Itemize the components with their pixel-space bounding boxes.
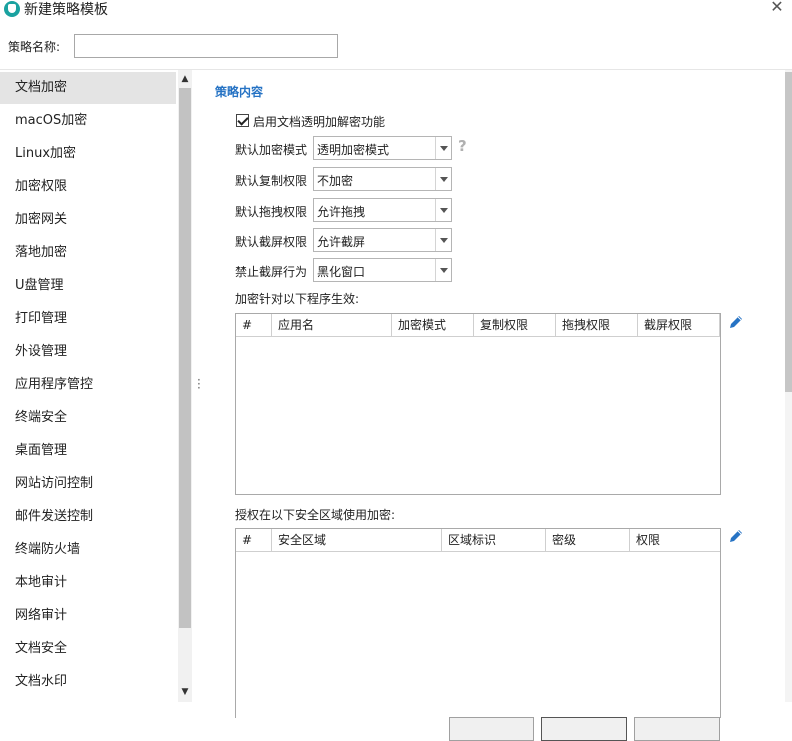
default-drag-permission-label: 默认拖拽权限 [235, 205, 308, 219]
edit-pencil-icon[interactable] [728, 528, 744, 544]
sidebar-item-encryption-permissions[interactable]: 加密权限 [0, 171, 176, 203]
sidebar-item-document-watermark[interactable]: 文档水印 [0, 666, 176, 698]
content-scrollbar[interactable] [785, 70, 792, 702]
col-encryption-mode[interactable]: 加密模式 [392, 314, 474, 337]
close-icon[interactable]: ✕ [766, 0, 788, 18]
sidebar-item-website-access-control[interactable]: 网站访问控制 [0, 468, 176, 500]
zone-table-header: # 安全区域 区域标识 密级 权限 [236, 529, 720, 552]
chevron-down-icon[interactable] [435, 199, 451, 221]
col-drag-permission[interactable]: 拖拽权限 [556, 314, 638, 337]
col-security-level[interactable]: 密级 [546, 529, 630, 552]
category-sidebar: 文档加密 macOS加密 Linux加密 加密权限 加密网关 落地加密 U盘管理… [0, 70, 178, 702]
sidebar-item-peripheral-management[interactable]: 外设管理 [0, 336, 176, 368]
sidebar-item-encryption-gateway[interactable]: 加密网关 [0, 204, 176, 236]
edit-pencil-icon[interactable] [728, 314, 744, 330]
sidebar-scrollbar-thumb[interactable] [179, 88, 191, 628]
sidebar-item-network-audit[interactable]: 网络审计 [0, 600, 176, 632]
block-screenshot-behavior-value: 黑化窗口 [317, 265, 366, 279]
dialog-button-2[interactable] [541, 717, 627, 741]
scroll-down-icon[interactable]: ▼ [178, 685, 192, 699]
zone-table[interactable]: # 安全区域 区域标识 密级 权限 [235, 528, 721, 718]
block-screenshot-behavior-label: 禁止截屏行为 [235, 265, 308, 279]
default-encryption-mode-label: 默认加密模式 [235, 143, 308, 157]
col-permission[interactable]: 权限 [630, 529, 720, 552]
col-zone-id[interactable]: 区域标识 [442, 529, 546, 552]
dialog-button-3[interactable] [634, 717, 720, 741]
sidebar-item-desktop-management[interactable]: 桌面管理 [0, 435, 176, 467]
col-index[interactable]: # [236, 529, 272, 552]
content-scrollbar-thumb[interactable] [785, 72, 792, 392]
default-copy-permission-label: 默认复制权限 [235, 174, 308, 188]
default-encryption-mode-select[interactable]: 透明加密模式 [313, 136, 452, 160]
app-logo-icon [4, 1, 20, 17]
sidebar-item-document-security[interactable]: 文档安全 [0, 633, 176, 665]
default-drag-permission-value: 允许拖拽 [317, 205, 366, 219]
sidebar-item-macos-encryption[interactable]: macOS加密 [0, 105, 176, 137]
sidebar-item-app-control[interactable]: 应用程序管控 [0, 369, 176, 401]
program-table-caption: 加密针对以下程序生效: [235, 292, 360, 306]
col-copy-permission[interactable]: 复制权限 [474, 314, 556, 337]
policy-name-label: 策略名称: [8, 40, 61, 54]
col-screenshot-permission[interactable]: 截屏权限 [638, 314, 720, 337]
col-security-zone[interactable]: 安全区域 [272, 529, 442, 552]
sidebar-item-endpoint-security[interactable]: 终端安全 [0, 402, 176, 434]
policy-name-input[interactable] [74, 34, 338, 58]
window-title: 新建策略模板 [24, 2, 108, 18]
enable-encryption-checkbox[interactable] [236, 114, 249, 127]
sidebar-item-endpoint-firewall[interactable]: 终端防火墙 [0, 534, 176, 566]
chevron-down-icon[interactable] [435, 259, 451, 281]
default-copy-permission-select[interactable]: 不加密 [313, 167, 452, 191]
sidebar-item-mail-send-control[interactable]: 邮件发送控制 [0, 501, 176, 533]
new-policy-template-dialog: 新建策略模板 ✕ 策略名称: 文档加密 macOS加密 Linux加密 加密权限… [0, 0, 792, 741]
sidebar-item-usb-management[interactable]: U盘管理 [0, 270, 176, 302]
default-encryption-mode-value: 透明加密模式 [317, 143, 390, 157]
sidebar-scrollbar[interactable]: ▲ ▼ [178, 70, 192, 702]
default-screenshot-permission-value: 允许截屏 [317, 235, 366, 249]
sidebar-item-landing-encryption[interactable]: 落地加密 [0, 237, 176, 269]
default-drag-permission-select[interactable]: 允许拖拽 [313, 198, 452, 222]
default-screenshot-permission-select[interactable]: 允许截屏 [313, 228, 452, 252]
scroll-up-icon[interactable]: ▲ [178, 72, 192, 86]
sidebar-item-local-audit[interactable]: 本地审计 [0, 567, 176, 599]
default-screenshot-permission-label: 默认截屏权限 [235, 235, 308, 249]
col-app-name[interactable]: 应用名 [272, 314, 392, 337]
chevron-down-icon[interactable] [435, 229, 451, 251]
sidebar-item-linux-encryption[interactable]: Linux加密 [0, 138, 176, 170]
sidebar-item-doc-encryption[interactable]: 文档加密 [0, 72, 176, 104]
dialog-button-1[interactable] [449, 717, 534, 741]
section-title: 策略内容 [215, 85, 264, 99]
chevron-down-icon[interactable] [435, 168, 451, 190]
help-icon[interactable]: ? [458, 137, 467, 155]
title-bar: 新建策略模板 ✕ [0, 0, 792, 24]
block-screenshot-behavior-select[interactable]: 黑化窗口 [313, 258, 452, 282]
default-copy-permission-value: 不加密 [317, 174, 354, 188]
program-table[interactable]: # 应用名 加密模式 复制权限 拖拽权限 截屏权限 [235, 313, 721, 495]
program-table-header: # 应用名 加密模式 复制权限 拖拽权限 截屏权限 [236, 314, 720, 337]
zone-table-caption: 授权在以下安全区域使用加密: [235, 508, 396, 522]
sidebar-item-print-management[interactable]: 打印管理 [0, 303, 176, 335]
chevron-down-icon[interactable] [435, 137, 451, 159]
col-index[interactable]: # [236, 314, 272, 337]
enable-encryption-label: 启用文档透明加解密功能 [253, 115, 386, 129]
